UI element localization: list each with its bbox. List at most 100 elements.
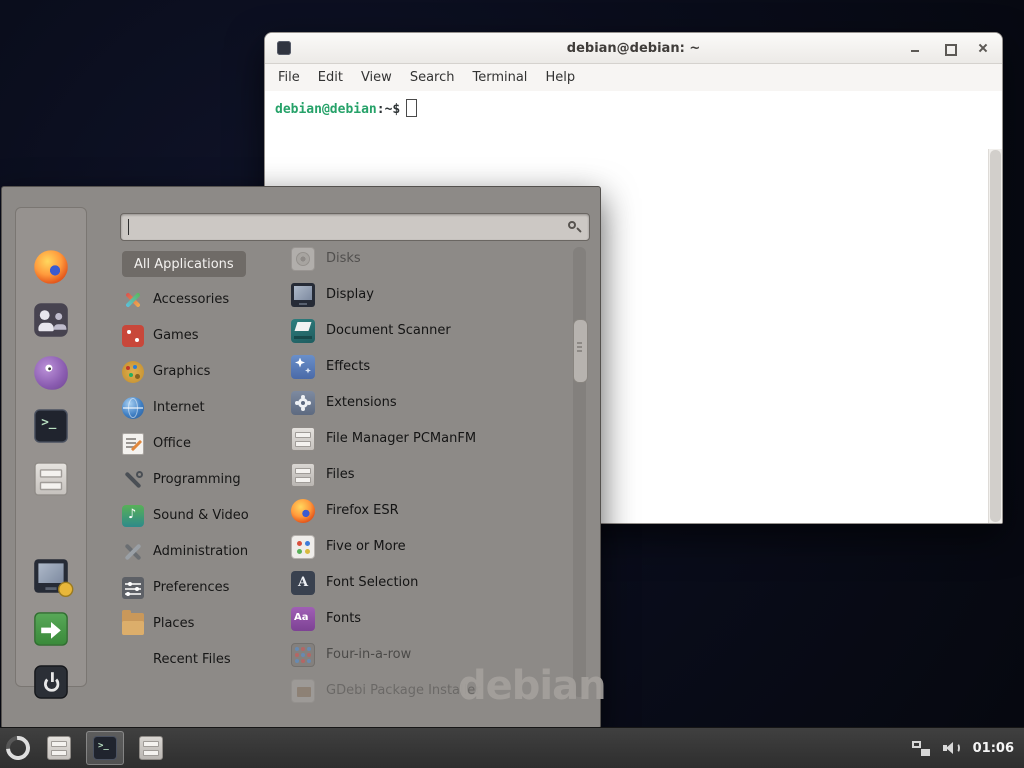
administration-icon (122, 541, 144, 563)
app-label: Disks (326, 251, 361, 266)
taskbar: 01:06 (0, 727, 1024, 768)
app-extensions[interactable]: Extensions (291, 389, 573, 416)
menu-button[interactable] (0, 728, 36, 768)
terminal-scrollbar[interactable] (988, 149, 1002, 523)
app-list-scrollbar-thumb[interactable] (573, 319, 588, 383)
app-label: Font Selection (326, 575, 418, 590)
category-preferences[interactable]: Preferences (122, 574, 272, 601)
category-label: Games (153, 328, 198, 343)
category-label: Accessories (153, 292, 229, 307)
app-file-manager-pcmanfm[interactable]: File Manager PCManFM (291, 425, 573, 452)
category-places[interactable]: Places (122, 610, 272, 637)
file-manager-icon (47, 736, 71, 760)
desktop[interactable]: debian@debian: ~ File Edit View Search T… (0, 0, 1024, 768)
purple-bird-icon (34, 356, 68, 390)
effects-icon (291, 355, 315, 379)
app-five-or-more[interactable]: Five or More (291, 533, 573, 560)
category-all-applications[interactable]: All Applications (122, 251, 246, 277)
gdebi-icon (291, 679, 315, 703)
favorite-file-manager[interactable] (29, 457, 73, 501)
app-label: Effects (326, 359, 370, 374)
terminal-window-icon (277, 41, 291, 55)
session-logout[interactable] (29, 607, 73, 651)
session-lock-screen[interactable] (29, 554, 73, 598)
category-sound-video[interactable]: Sound & Video (122, 502, 272, 529)
application-list: Disks Display Document Scanner Effects E… (291, 245, 573, 713)
firefox-icon (291, 499, 315, 523)
category-label: Places (153, 616, 194, 631)
app-disks[interactable]: Disks (291, 245, 573, 272)
programming-icon (122, 469, 144, 491)
app-fonts[interactable]: Fonts (291, 605, 573, 632)
four-in-a-row-icon (291, 643, 315, 667)
preferences-icon (122, 577, 144, 599)
debian-watermark: debian (458, 663, 606, 709)
session-shutdown[interactable] (29, 660, 73, 704)
terminal-prompt: debian@debian:~$ (275, 99, 417, 117)
app-label: Files (326, 467, 355, 482)
network-icon[interactable] (912, 740, 930, 756)
document-scanner-icon (291, 319, 315, 343)
prompt-user-host: debian@debian (275, 102, 377, 117)
app-font-selection[interactable]: Font Selection (291, 569, 573, 596)
terminal-icon (34, 409, 68, 443)
app-firefox-esr[interactable]: Firefox ESR (291, 497, 573, 524)
category-label: Recent Files (153, 652, 231, 667)
category-games[interactable]: Games (122, 322, 272, 349)
text-caret (128, 219, 129, 235)
maximize-icon[interactable] (942, 41, 956, 55)
category-label: Graphics (153, 364, 210, 379)
favorite-users-app[interactable] (29, 298, 73, 342)
category-label: Preferences (153, 580, 229, 595)
terminal-scrollbar-thumb[interactable] (990, 150, 1001, 522)
menu-terminal[interactable]: Terminal (463, 70, 536, 85)
app-display[interactable]: Display (291, 281, 573, 308)
favorite-purple-bird-app[interactable] (29, 351, 73, 395)
app-label: Display (326, 287, 374, 302)
menu-search[interactable]: Search (401, 70, 464, 85)
category-icon-spacer (122, 649, 144, 671)
app-label: Fonts (326, 611, 361, 626)
volume-icon[interactable] (942, 740, 961, 756)
category-label: Sound & Video (153, 508, 249, 523)
category-recent-files[interactable]: Recent Files (122, 646, 272, 673)
close-icon[interactable] (976, 41, 990, 55)
category-accessories[interactable]: Accessories (122, 286, 272, 313)
app-files[interactable]: Files (291, 461, 573, 488)
app-effects[interactable]: Effects (291, 353, 573, 380)
terminal-titlebar[interactable]: debian@debian: ~ (265, 33, 1002, 64)
taskbar-launcher-terminal[interactable] (86, 731, 124, 765)
taskbar-launcher-file-manager[interactable] (40, 731, 78, 765)
app-list-scrollbar[interactable] (573, 247, 586, 697)
clock[interactable]: 01:06 (973, 741, 1014, 756)
accessories-icon (122, 289, 144, 311)
category-administration[interactable]: Administration (122, 538, 272, 565)
menu-edit[interactable]: Edit (309, 70, 352, 85)
search-icon (567, 220, 581, 234)
minimize-icon[interactable] (908, 41, 922, 55)
category-internet[interactable]: Internet (122, 394, 272, 421)
app-document-scanner[interactable]: Document Scanner (291, 317, 573, 344)
category-office[interactable]: Office (122, 430, 272, 457)
category-programming[interactable]: Programming (122, 466, 272, 493)
category-graphics[interactable]: Graphics (122, 358, 272, 385)
terminal-menubar: File Edit View Search Terminal Help (265, 64, 1002, 92)
shutdown-icon (34, 665, 68, 699)
files-icon (291, 463, 315, 487)
app-label: Firefox ESR (326, 503, 399, 518)
terminal-title: debian@debian: ~ (567, 41, 700, 56)
favorite-firefox[interactable] (29, 245, 73, 289)
category-label: Programming (153, 472, 241, 487)
menu-file[interactable]: File (269, 70, 309, 85)
volume-wave (954, 743, 960, 753)
search-input[interactable] (121, 214, 589, 240)
taskbar-launcher-files[interactable] (132, 731, 170, 765)
prompt-path: :~$ (377, 102, 400, 117)
menu-help[interactable]: Help (536, 70, 584, 85)
favorites-sidebar (15, 207, 87, 687)
favorite-terminal[interactable] (29, 404, 73, 448)
menu-search-box (120, 213, 590, 241)
pcmanfm-icon (291, 427, 315, 451)
app-label: Five or More (326, 539, 406, 554)
menu-view[interactable]: View (352, 70, 401, 85)
